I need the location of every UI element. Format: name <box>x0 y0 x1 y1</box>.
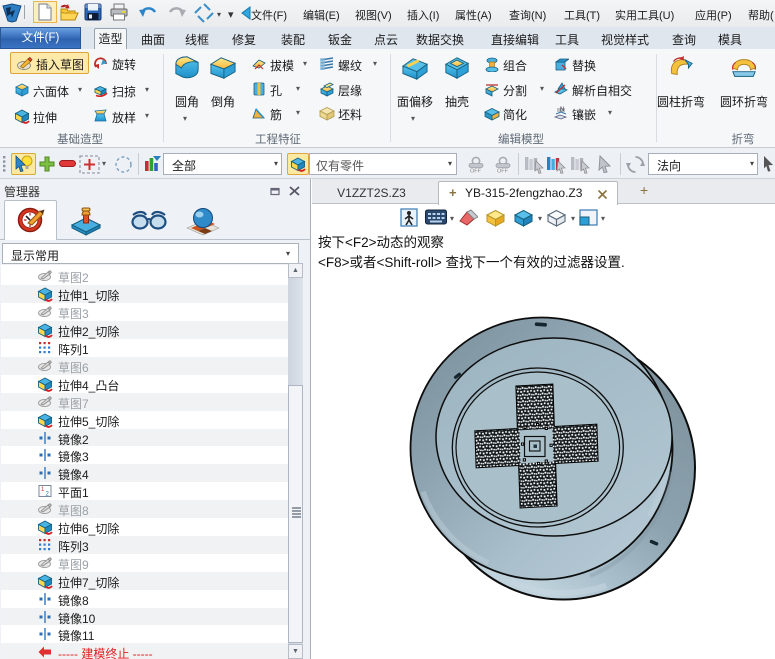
svg-text:OFF: OFF <box>497 169 509 174</box>
svg-text:OFF: OFF <box>470 169 482 174</box>
svg-text:N: N <box>560 107 564 113</box>
